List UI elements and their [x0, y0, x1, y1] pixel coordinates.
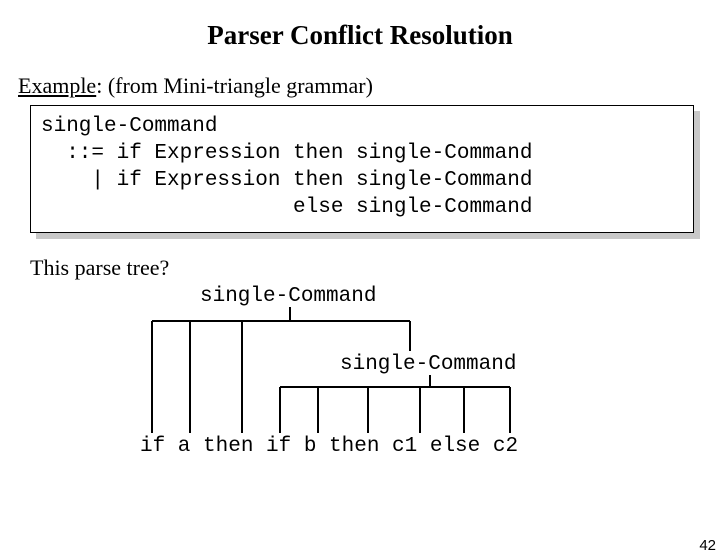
example-label: Example: [18, 73, 96, 98]
grammar-code: single-Command ::= if Expression then si…: [30, 105, 694, 233]
parse-tree: single-Command single-Command if a then …: [140, 285, 660, 465]
question-text: This parse tree?: [30, 255, 720, 281]
tree-lines: [140, 285, 660, 465]
page-title: Parser Conflict Resolution: [0, 20, 720, 51]
example-text: : (from Mini-triangle grammar): [96, 73, 373, 98]
example-line: Example: (from Mini-triangle grammar): [18, 73, 720, 99]
grammar-box: single-Command ::= if Expression then si…: [30, 105, 694, 233]
